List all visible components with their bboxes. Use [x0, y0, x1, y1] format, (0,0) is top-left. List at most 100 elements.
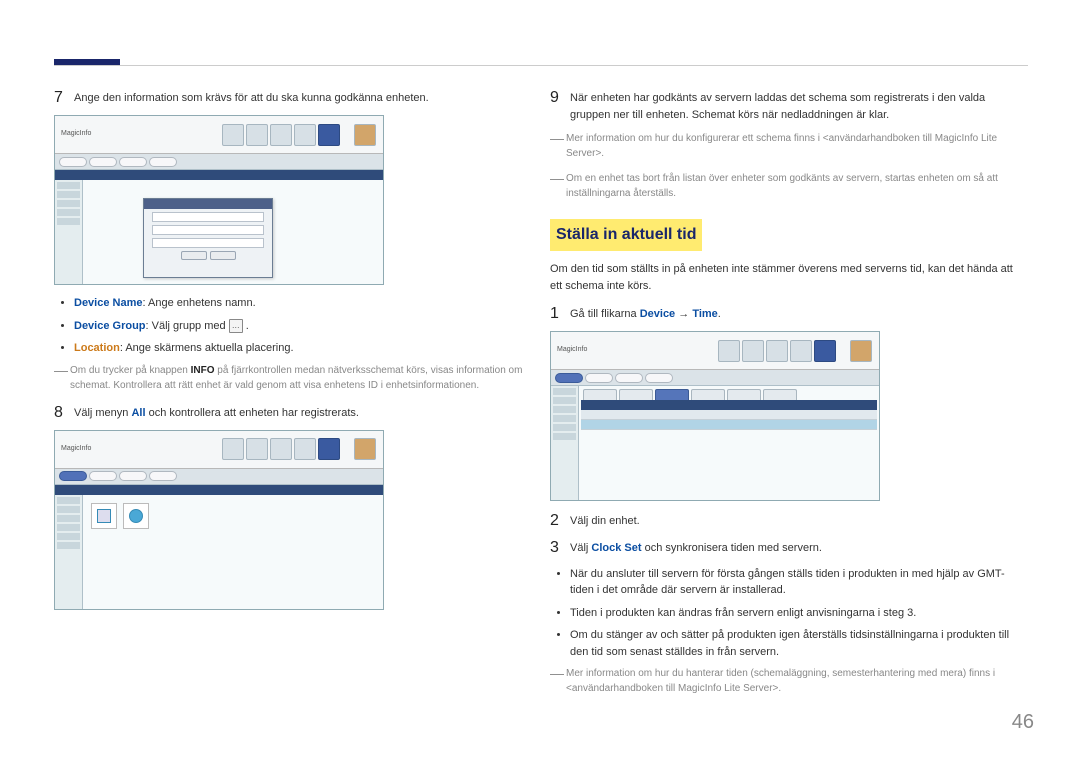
ss-tab-icon [222, 124, 244, 146]
ss-tab-icon-active [318, 124, 340, 146]
ss-tab-icon [718, 340, 740, 362]
page-rule [54, 65, 1028, 66]
ss-darkbar [55, 170, 383, 180]
step-number: 1 [550, 304, 570, 323]
note-text: Mer information om hur du konfigurerar e… [566, 131, 1028, 161]
bullet-device-name: Device Name: Ange enhetens namn. [74, 295, 532, 312]
section-heading: Ställa in aktuell tid [550, 219, 702, 251]
ss-sub-btn [119, 157, 147, 167]
step-3: 3 Välj Clock Set och synkronisera tiden … [550, 538, 1028, 557]
step-number: 2 [550, 511, 570, 530]
device-info-bullets: Device Name: Ange enhetens namn. Device … [54, 295, 532, 357]
ss-tab-icon [270, 438, 292, 460]
ss-subbar [55, 154, 383, 170]
step-text: Ange den information som krävs för att d… [74, 88, 532, 107]
step-text: Välj Clock Set och synkronisera tiden me… [570, 538, 1028, 557]
section-intro: Om den tid som ställts in på enheten int… [550, 261, 1028, 294]
ss-sub-btn [149, 471, 177, 481]
ss-topbar: MagicInfo [55, 431, 383, 469]
info-note: ― Om du trycker på knappen INFO på fjärr… [54, 363, 532, 393]
info-note: ― Om en enhet tas bort från listan över … [550, 171, 1028, 201]
ss-main [83, 495, 383, 609]
ss-tab-icon [354, 124, 376, 146]
ss-tab-icon [294, 438, 316, 460]
step-number: 7 [54, 88, 74, 107]
bullet-location: Location: Ange skärmens aktuella placeri… [74, 340, 532, 357]
dash-icon: ― [550, 171, 566, 201]
ss-subbar [55, 469, 383, 485]
note-text: Om du trycker på knappen INFO på fjärrko… [70, 363, 532, 393]
dash-icon: ― [54, 363, 70, 393]
ss-logo: MagicInfo [557, 345, 587, 356]
ss-sidebar [551, 386, 579, 500]
label: Device Name [74, 297, 143, 309]
ss-tab-icon [742, 340, 764, 362]
step-number: 8 [54, 403, 74, 422]
ss-tab-icon [790, 340, 812, 362]
dash-icon: ― [550, 131, 566, 161]
note-text: Om en enhet tas bort från listan över en… [566, 171, 1028, 201]
ss-body [551, 386, 879, 500]
label: Device Group [74, 320, 146, 332]
ss-body [55, 495, 383, 609]
step-text: Gå till flikarna Device → Time. [570, 304, 1028, 323]
dash-icon: ― [550, 666, 566, 696]
step-2: 2 Välj din enhet. [550, 511, 1028, 530]
step-text: Välj menyn All och kontrollera att enhet… [74, 403, 532, 422]
thumb-icon [91, 503, 117, 529]
ss-tab-icon-active [318, 438, 340, 460]
screenshot-approve-device: MagicInfo [54, 115, 384, 285]
note-text: Mer information om hur du hanterar tiden… [566, 666, 1028, 696]
ss-tab-icon [766, 340, 788, 362]
list-item: Tiden i produkten kan ändras från server… [570, 605, 1028, 622]
ss-tab-icon [294, 124, 316, 146]
step-9: 9 När enheten har godkänts av servern la… [550, 88, 1028, 123]
step-7: 7 Ange den information som krävs för att… [54, 88, 532, 107]
step-text: Välj din enhet. [570, 511, 1028, 530]
ss-topbar: MagicInfo [55, 116, 383, 154]
ss-tab-icon [222, 438, 244, 460]
ss-main [579, 386, 879, 500]
ss-dialog [143, 198, 273, 278]
ss-tab-icon [354, 438, 376, 460]
ss-sidebar [55, 180, 83, 284]
left-column: 7 Ange den information som krävs för att… [54, 88, 532, 706]
info-note: ― Mer information om hur du konfigurerar… [550, 131, 1028, 161]
ss-tab-icon [850, 340, 872, 362]
label: Location [74, 342, 120, 354]
ss-tab-icon [246, 124, 268, 146]
ss-sidebar [55, 495, 83, 609]
ss-sub-btn [89, 157, 117, 167]
ss-sub-btn [59, 157, 87, 167]
ss-tab-icon-active [814, 340, 836, 362]
bullet-device-group: Device Group: Välj grupp med … . [74, 318, 532, 335]
screenshot-all-menu: MagicInfo [54, 430, 384, 610]
step-1: 1 Gå till flikarna Device → Time. [550, 304, 1028, 323]
ss-tab-icon [246, 438, 268, 460]
info-note: ― Mer information om hur du hanterar tid… [550, 666, 1028, 696]
step-number: 3 [550, 538, 570, 557]
ss-main [83, 180, 383, 284]
ellipsis-button-icon: … [229, 319, 243, 333]
ss-sub-btn [149, 157, 177, 167]
ss-body [55, 180, 383, 284]
page-columns: 7 Ange den information som krävs för att… [54, 88, 1028, 706]
screenshot-device-time: MagicInfo [550, 331, 880, 501]
ss-topbar: MagicInfo [551, 332, 879, 370]
ss-sub-btn [59, 471, 87, 481]
ss-darkbar [55, 485, 383, 495]
ss-sub-btn [119, 471, 147, 481]
time-bullets: När du ansluter till servern för första … [550, 566, 1028, 661]
list-item: När du ansluter till servern för första … [570, 566, 1028, 599]
list-item: Om du stänger av och sätter på produkten… [570, 627, 1028, 660]
page-number: 46 [1012, 707, 1034, 737]
step-number: 9 [550, 88, 570, 123]
ss-logo: MagicInfo [61, 129, 91, 140]
ss-subbar [551, 370, 879, 386]
ss-tab-icon [270, 124, 292, 146]
thumb-icon [123, 503, 149, 529]
step-text: När enheten har godkänts av servern ladd… [570, 88, 1028, 123]
right-column: 9 När enheten har godkänts av servern la… [550, 88, 1028, 706]
ss-logo: MagicInfo [61, 444, 91, 455]
step-8: 8 Välj menyn All och kontrollera att enh… [54, 403, 532, 422]
